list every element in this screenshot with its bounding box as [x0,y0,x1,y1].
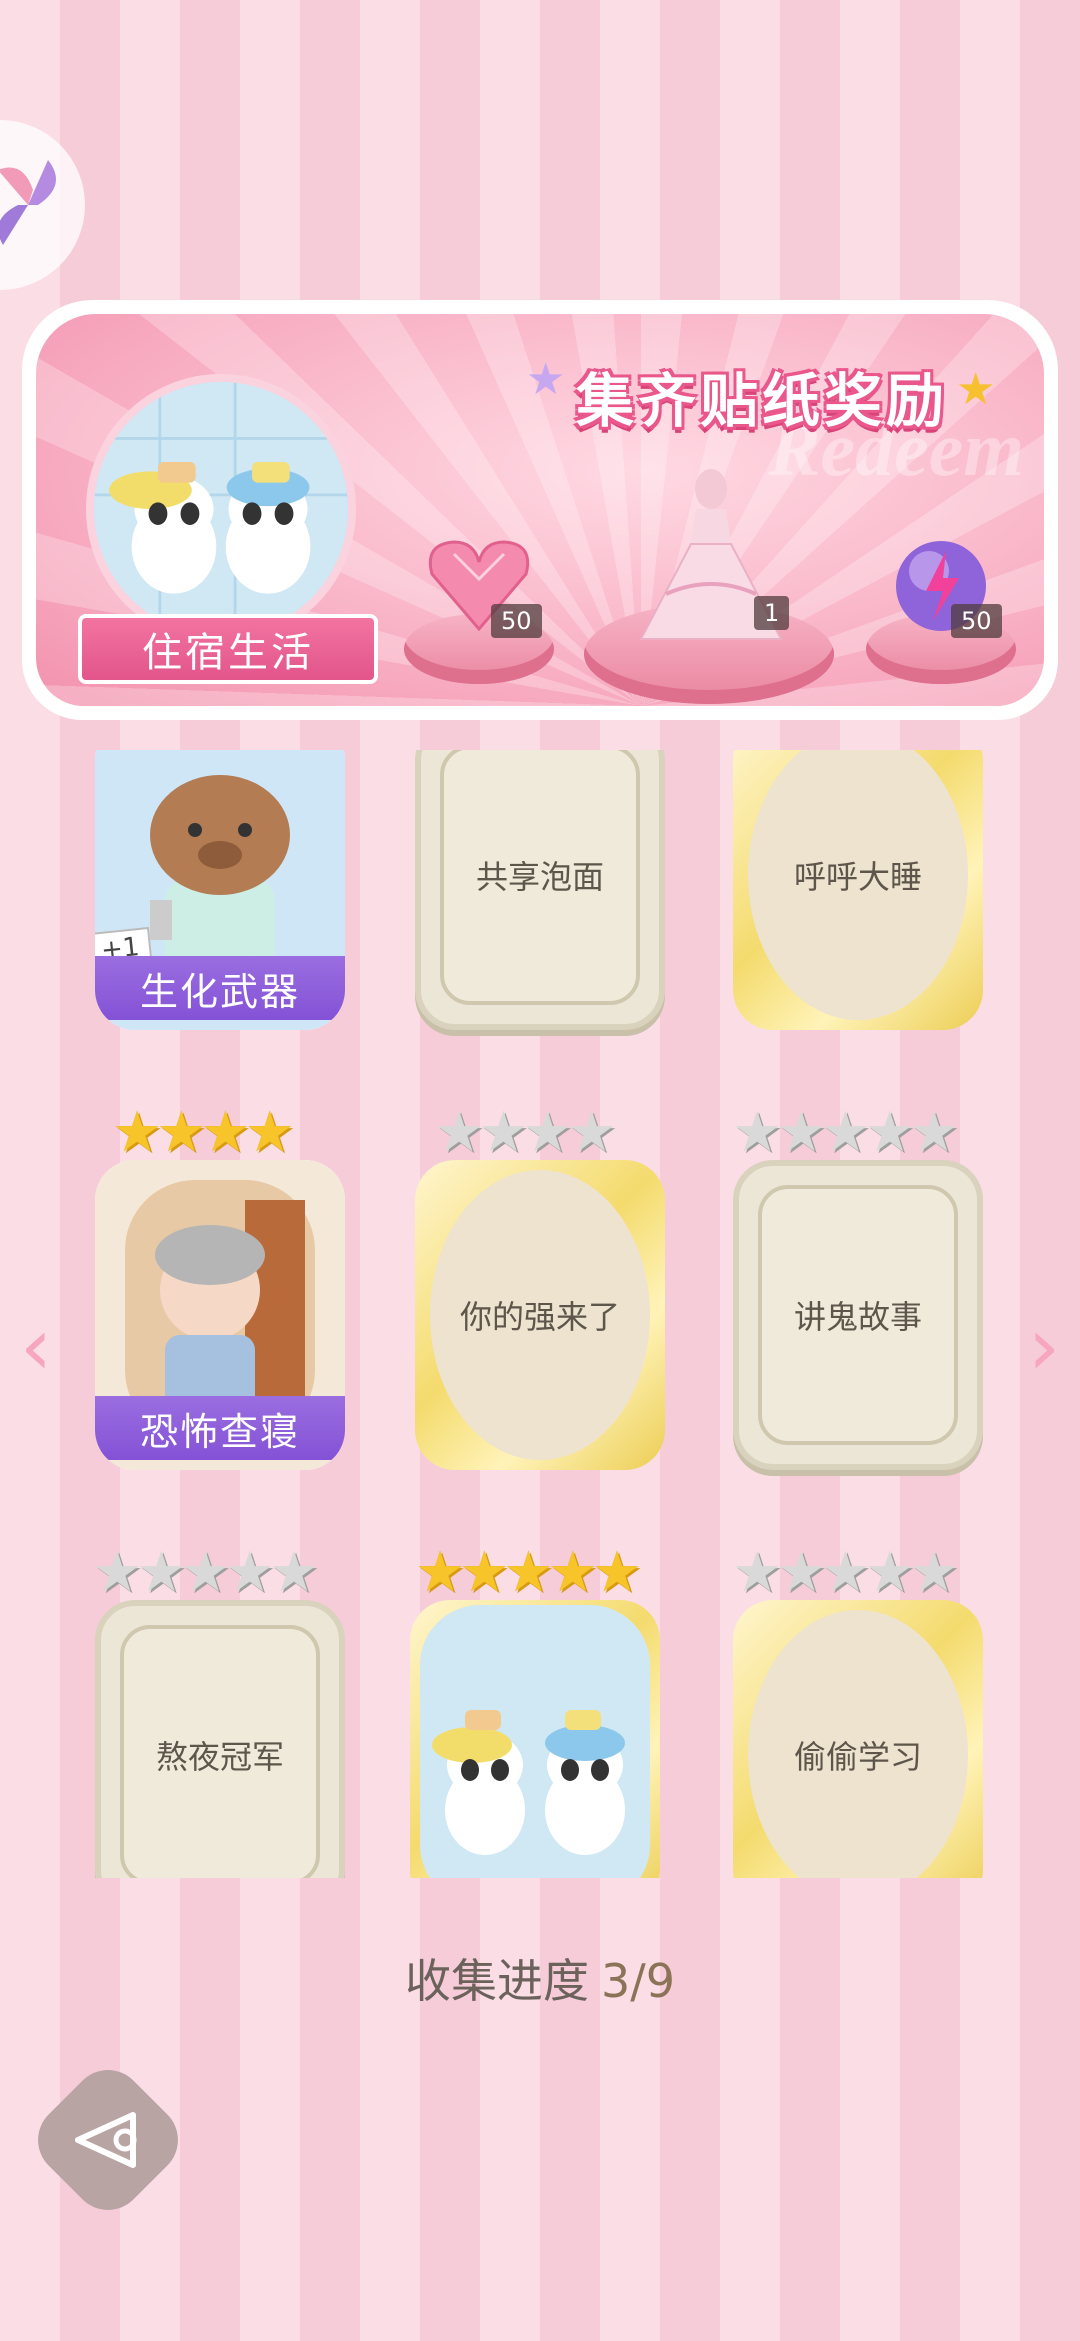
theme-image [86,374,356,644]
sticker-name: 你的强来了 [459,1298,620,1336]
sticker-name: 共享泡面 [475,858,604,896]
sticker-name: 生化武器 [95,956,345,1020]
reward-count: 1 [754,596,790,630]
star-icon: ★ [526,354,566,405]
sticker-card[interactable]: +1 生化武器 [95,750,345,1030]
theme-name-ribbon: 住宿生活 [78,614,378,684]
sticker-card[interactable]: 讲鬼故事 [733,1160,983,1470]
sticker-name: 讲鬼故事 [793,1298,922,1336]
star-rating: ★ ★ ★ ★ [434,1100,617,1165]
sticker-grid: +1 生化武器 共享泡面 呼呼大睡 ★ ★ ★ ★ 恐怖查寝 ★ ★ ★ ★ 你的强来了 ★… [0,750,1080,1878]
sticker-card[interactable] [410,1600,660,1878]
star-rating: ★ ★ ★ ★ ★ [732,1540,960,1605]
star-rating: ★ ★ ★ ★ ★ [732,1100,960,1165]
sticker-name: 熬夜冠军 [155,1738,284,1776]
sticker-card[interactable]: 熬夜冠军 [95,1600,345,1878]
sticker-card[interactable]: 恐怖查寝 [95,1160,345,1470]
sticker-card[interactable]: 偷偷学习 [733,1600,983,1878]
reward-count: 50 [491,604,542,638]
star-rating: ★ ★ ★ ★ ★ [92,1540,320,1605]
back-button[interactable] [23,2055,193,2225]
sticker-name: 偷偷学习 [793,1738,922,1776]
back-arrow-icon [75,2112,137,2168]
sticker-name: 呼呼大睡 [793,858,922,896]
banner-title: 集齐贴纸奖励 [576,367,949,435]
sticker-card[interactable]: 你的强来了 [415,1160,665,1470]
sticker-card[interactable]: 呼呼大睡 [733,750,983,1030]
sticker-name: 恐怖查寝 [95,1396,345,1460]
menu-button[interactable] [0,120,85,290]
collection-progress: 收集进度 3/9 [0,1945,1080,2011]
reward-count: 50 [951,604,1002,638]
sticker-card[interactable]: 共享泡面 [415,750,665,1030]
star-rating: ★ ★ ★ ★ [112,1100,295,1165]
reward-banner: Redeem ★ ★ 集齐贴纸奖励 住宿生活 50 1 50 [22,300,1058,720]
star-icon: ★ [956,364,996,415]
fan-icon [0,160,56,245]
star-rating: ★ ★ ★ ★ ★ [415,1540,643,1605]
progress-label: 收集进度 [404,1954,589,2008]
progress-value: 3/9 [600,1954,676,2008]
